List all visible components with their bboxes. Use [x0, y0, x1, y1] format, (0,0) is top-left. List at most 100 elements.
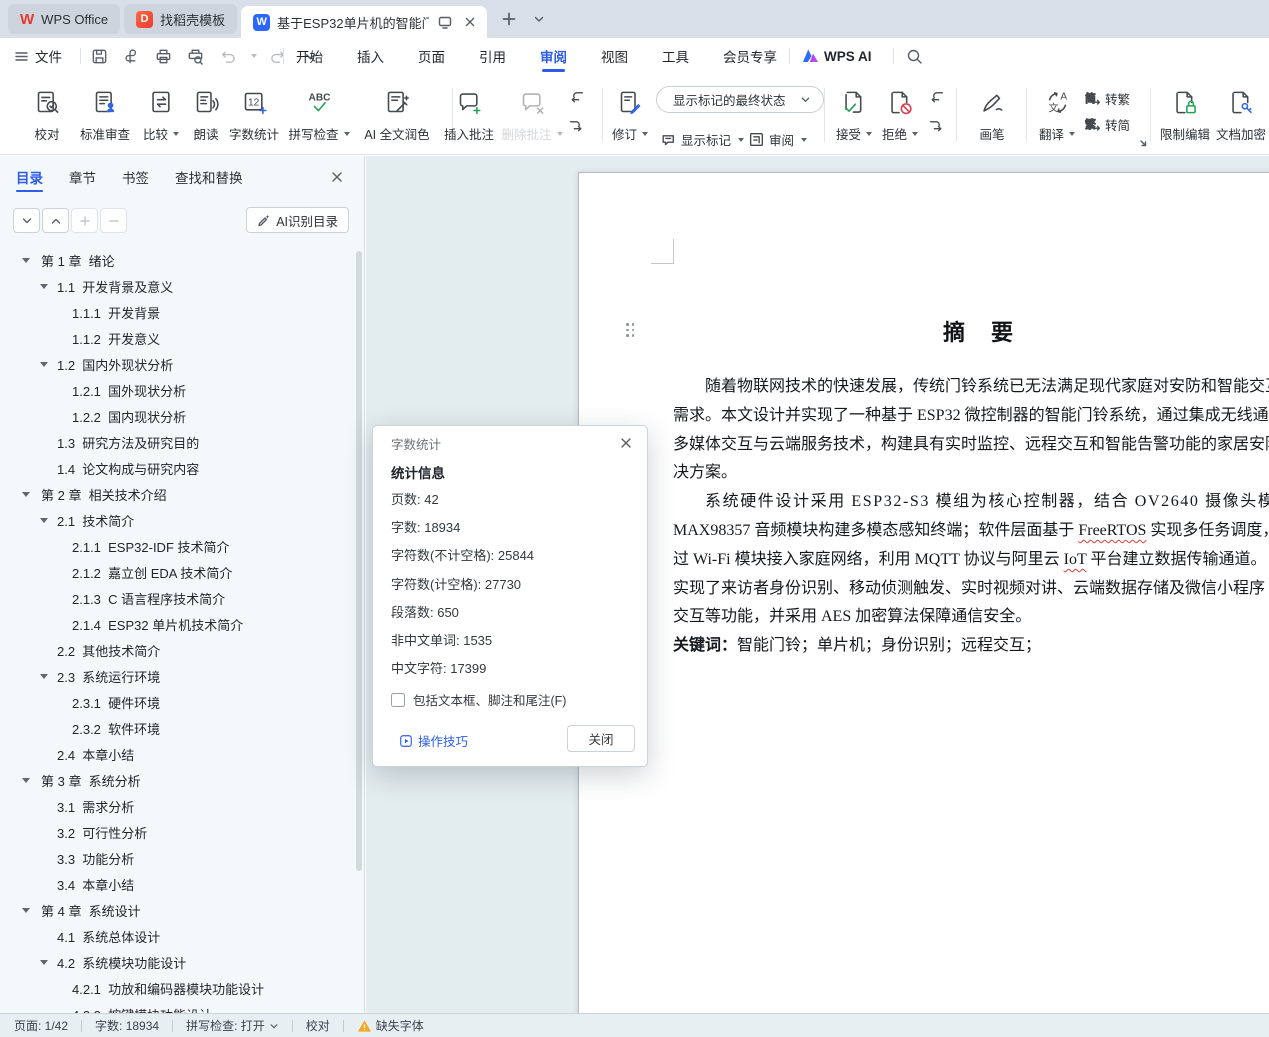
missing-font-warning[interactable]: 缺失字体: [357, 1017, 424, 1034]
translate-button[interactable]: 文A 翻译: [1034, 84, 1080, 143]
toc-item[interactable]: 4.2.2 按键模块功能设计: [0, 1001, 352, 1014]
proofread-status[interactable]: 校对: [306, 1017, 330, 1034]
session-monitor-icon[interactable]: [436, 13, 454, 31]
toc-item[interactable]: 1.3 研究方法及研究目的: [0, 429, 352, 455]
export-pdf-button[interactable]: [120, 45, 142, 67]
toc-item[interactable]: 第 3 章 系统分析: [0, 767, 352, 793]
sidebar-tab-书签[interactable]: 书签: [122, 156, 149, 198]
page-indicator[interactable]: 页面: 1/42: [14, 1017, 68, 1034]
ai-recognize-toc-button[interactable]: AI识别目录: [246, 207, 349, 233]
dialog-close-icon[interactable]: [617, 434, 635, 452]
toc-item[interactable]: 3.1 需求分析: [0, 793, 352, 819]
document-text-line[interactable]: MAX98357 音频模块构建多模态感知终端；软件层面基于 FreeRTOS 实…: [673, 517, 1269, 546]
tab-wps-home[interactable]: W WPS Office: [8, 4, 121, 34]
promote-heading-button[interactable]: [71, 208, 98, 233]
toc-item[interactable]: 4.1 系统总体设计: [0, 923, 352, 949]
sidebar-close-icon[interactable]: [328, 168, 346, 186]
restrict-editing-button[interactable]: 限制编辑: [1155, 84, 1215, 143]
previous-change-icon[interactable]: [928, 88, 945, 105]
redo-button[interactable]: [267, 45, 289, 67]
include-footnotes-checkbox[interactable]: [391, 692, 405, 707]
menu-item-插入[interactable]: 插入: [357, 38, 384, 74]
sidebar-tab-目录[interactable]: 目录: [16, 156, 43, 198]
menu-item-视图[interactable]: 视图: [601, 38, 628, 74]
accept-change-button[interactable]: 接受: [832, 84, 876, 143]
toc-item[interactable]: 1.4 论文构成与研究内容: [0, 455, 352, 481]
toc-item[interactable]: 2.1.4 ESP32 单片机技术简介: [0, 611, 352, 637]
toc-item[interactable]: 1.2.1 国外现状分析: [0, 377, 352, 403]
toc-collapse-arrow-icon[interactable]: [40, 284, 48, 289]
menu-item-会员专享[interactable]: 会员专享: [723, 38, 777, 74]
next-comment-icon[interactable]: [568, 117, 585, 134]
toc-item[interactable]: 2.1.3 C 语言程序技术简介: [0, 585, 352, 611]
toc-item[interactable]: 1.2 国内外现状分析: [0, 351, 352, 377]
toc-item[interactable]: 2.3.1 硬件环境: [0, 689, 352, 715]
to-traditional-button[interactable]: 简 转繁: [1084, 89, 1130, 108]
operation-tips-link[interactable]: 操作技巧: [399, 731, 468, 750]
save-button[interactable]: [88, 45, 110, 67]
toc-item[interactable]: 1.1.2 开发意义: [0, 325, 352, 351]
expand-all-button[interactable]: [42, 208, 69, 233]
toc-item[interactable]: 第 2 章 相关技术介绍: [0, 481, 352, 507]
toc-item[interactable]: 2.2 其他技术简介: [0, 637, 352, 663]
new-tab-button[interactable]: [497, 7, 521, 31]
group-expand-icon[interactable]: [1138, 138, 1148, 148]
spell-check-button[interactable]: ABC 拼写检查: [286, 84, 352, 143]
toc-collapse-arrow-icon[interactable]: [22, 778, 30, 783]
review-panel-button[interactable]: 审阅: [748, 130, 808, 149]
compare-button[interactable]: 比较: [138, 84, 184, 143]
toc-item[interactable]: 3.4 本章小结: [0, 871, 352, 897]
track-changes-button[interactable]: 修订: [608, 84, 652, 143]
search-icon-button[interactable]: [903, 45, 925, 67]
dialog-close-button[interactable]: 关闭: [567, 725, 635, 752]
menu-item-页面[interactable]: 页面: [418, 38, 445, 74]
undo-button[interactable]: [216, 45, 238, 67]
toc-item[interactable]: 2.3.2 软件环境: [0, 715, 352, 741]
delete-comment-button[interactable]: 删除批注: [500, 84, 564, 143]
document-text-line[interactable]: 随着物联网技术的快速发展，传统门铃系统已无法满足现代家庭对安防和智能交互: [673, 373, 1269, 402]
include-footnotes-option[interactable]: 包括文本框、脚注和尾注(F): [391, 690, 566, 709]
toc-item[interactable]: 4.2.1 功放和编码器模块功能设计: [0, 975, 352, 1001]
close-tab-icon[interactable]: [461, 13, 479, 31]
next-change-icon[interactable]: [928, 117, 945, 134]
toc-collapse-arrow-icon[interactable]: [40, 674, 48, 679]
toc-item[interactable]: 第 4 章 系统设计: [0, 897, 352, 923]
read-aloud-button[interactable]: 朗读: [186, 84, 226, 143]
menu-item-引用[interactable]: 引用: [479, 38, 506, 74]
document-text-line[interactable]: 实现了来访者身份识别、移动侦测触发、实时视频对讲、云端数据存储及微信小程序: [673, 575, 1269, 604]
word-count-button[interactable]: 12 字数统计: [224, 84, 284, 143]
toc-collapse-arrow-icon[interactable]: [40, 960, 48, 965]
toc-item[interactable]: 1.1.1 开发背景: [0, 299, 352, 325]
toc-item[interactable]: 2.4 本章小结: [0, 741, 352, 767]
document-text-line[interactable]: 过 Wi-Fi 模块接入家庭网络，利用 MQTT 协议与阿里云 IoT 平台建立…: [673, 546, 1269, 575]
toc-item[interactable]: 3.3 功能分析: [0, 845, 352, 871]
toc-item[interactable]: 1.1 开发背景及意义: [0, 273, 352, 299]
document-text-line[interactable]: 系统硬件设计采用 ESP32-S3 模组为核心控制器，结合 OV2640 摄像头…: [673, 488, 1269, 517]
reject-change-button[interactable]: 拒绝: [878, 84, 922, 143]
insert-comment-button[interactable]: 插入批注: [440, 84, 498, 143]
file-menu-button[interactable]: 文件: [14, 44, 62, 68]
to-simplified-button[interactable]: 繁 转简: [1084, 115, 1130, 134]
menu-item-审阅[interactable]: 审阅: [540, 38, 567, 74]
markup-state-select[interactable]: 显示标记的最终状态: [656, 86, 824, 113]
document-text-line[interactable]: 决方案。: [673, 459, 1269, 488]
document-text-line[interactable]: 关键词：智能门铃；单片机；身份识别；远程交互；: [673, 632, 1269, 661]
proofread-button[interactable]: 校对: [22, 84, 72, 143]
show-markup-button[interactable]: 显示标记: [660, 130, 745, 149]
toc-collapse-arrow-icon[interactable]: [22, 258, 30, 263]
sidebar-scrollbar[interactable]: [356, 251, 362, 871]
toc-item[interactable]: 2.3 系统运行环境: [0, 663, 352, 689]
ink-pen-button[interactable]: 画笔: [968, 84, 1016, 143]
document-text-line[interactable]: 多媒体交互与云端服务技术，构建具有实时监控、远程交互和智能告警功能的家居安防: [673, 431, 1269, 460]
sidebar-tab-查找和替换[interactable]: 查找和替换: [175, 156, 243, 198]
sidebar-tab-章节[interactable]: 章节: [69, 156, 96, 198]
toc-collapse-arrow-icon[interactable]: [22, 908, 30, 913]
ai-polish-button[interactable]: AI 全文润色: [354, 84, 440, 143]
tab-list-chevron-icon[interactable]: [527, 7, 551, 31]
tab-document[interactable]: W 基于ESP32单片机的智能门铃: [241, 6, 488, 38]
previous-comment-icon[interactable]: [568, 88, 585, 105]
toc-item[interactable]: 第 1 章 绪论: [0, 247, 352, 273]
toc-item[interactable]: 1.2.2 国内现状分析: [0, 403, 352, 429]
toc-item[interactable]: 3.2 可行性分析: [0, 819, 352, 845]
document-page[interactable]: 摘 要 随着物联网技术的快速发展，传统门铃系统已无法满足现代家庭对安防和智能交互…: [578, 172, 1269, 1013]
